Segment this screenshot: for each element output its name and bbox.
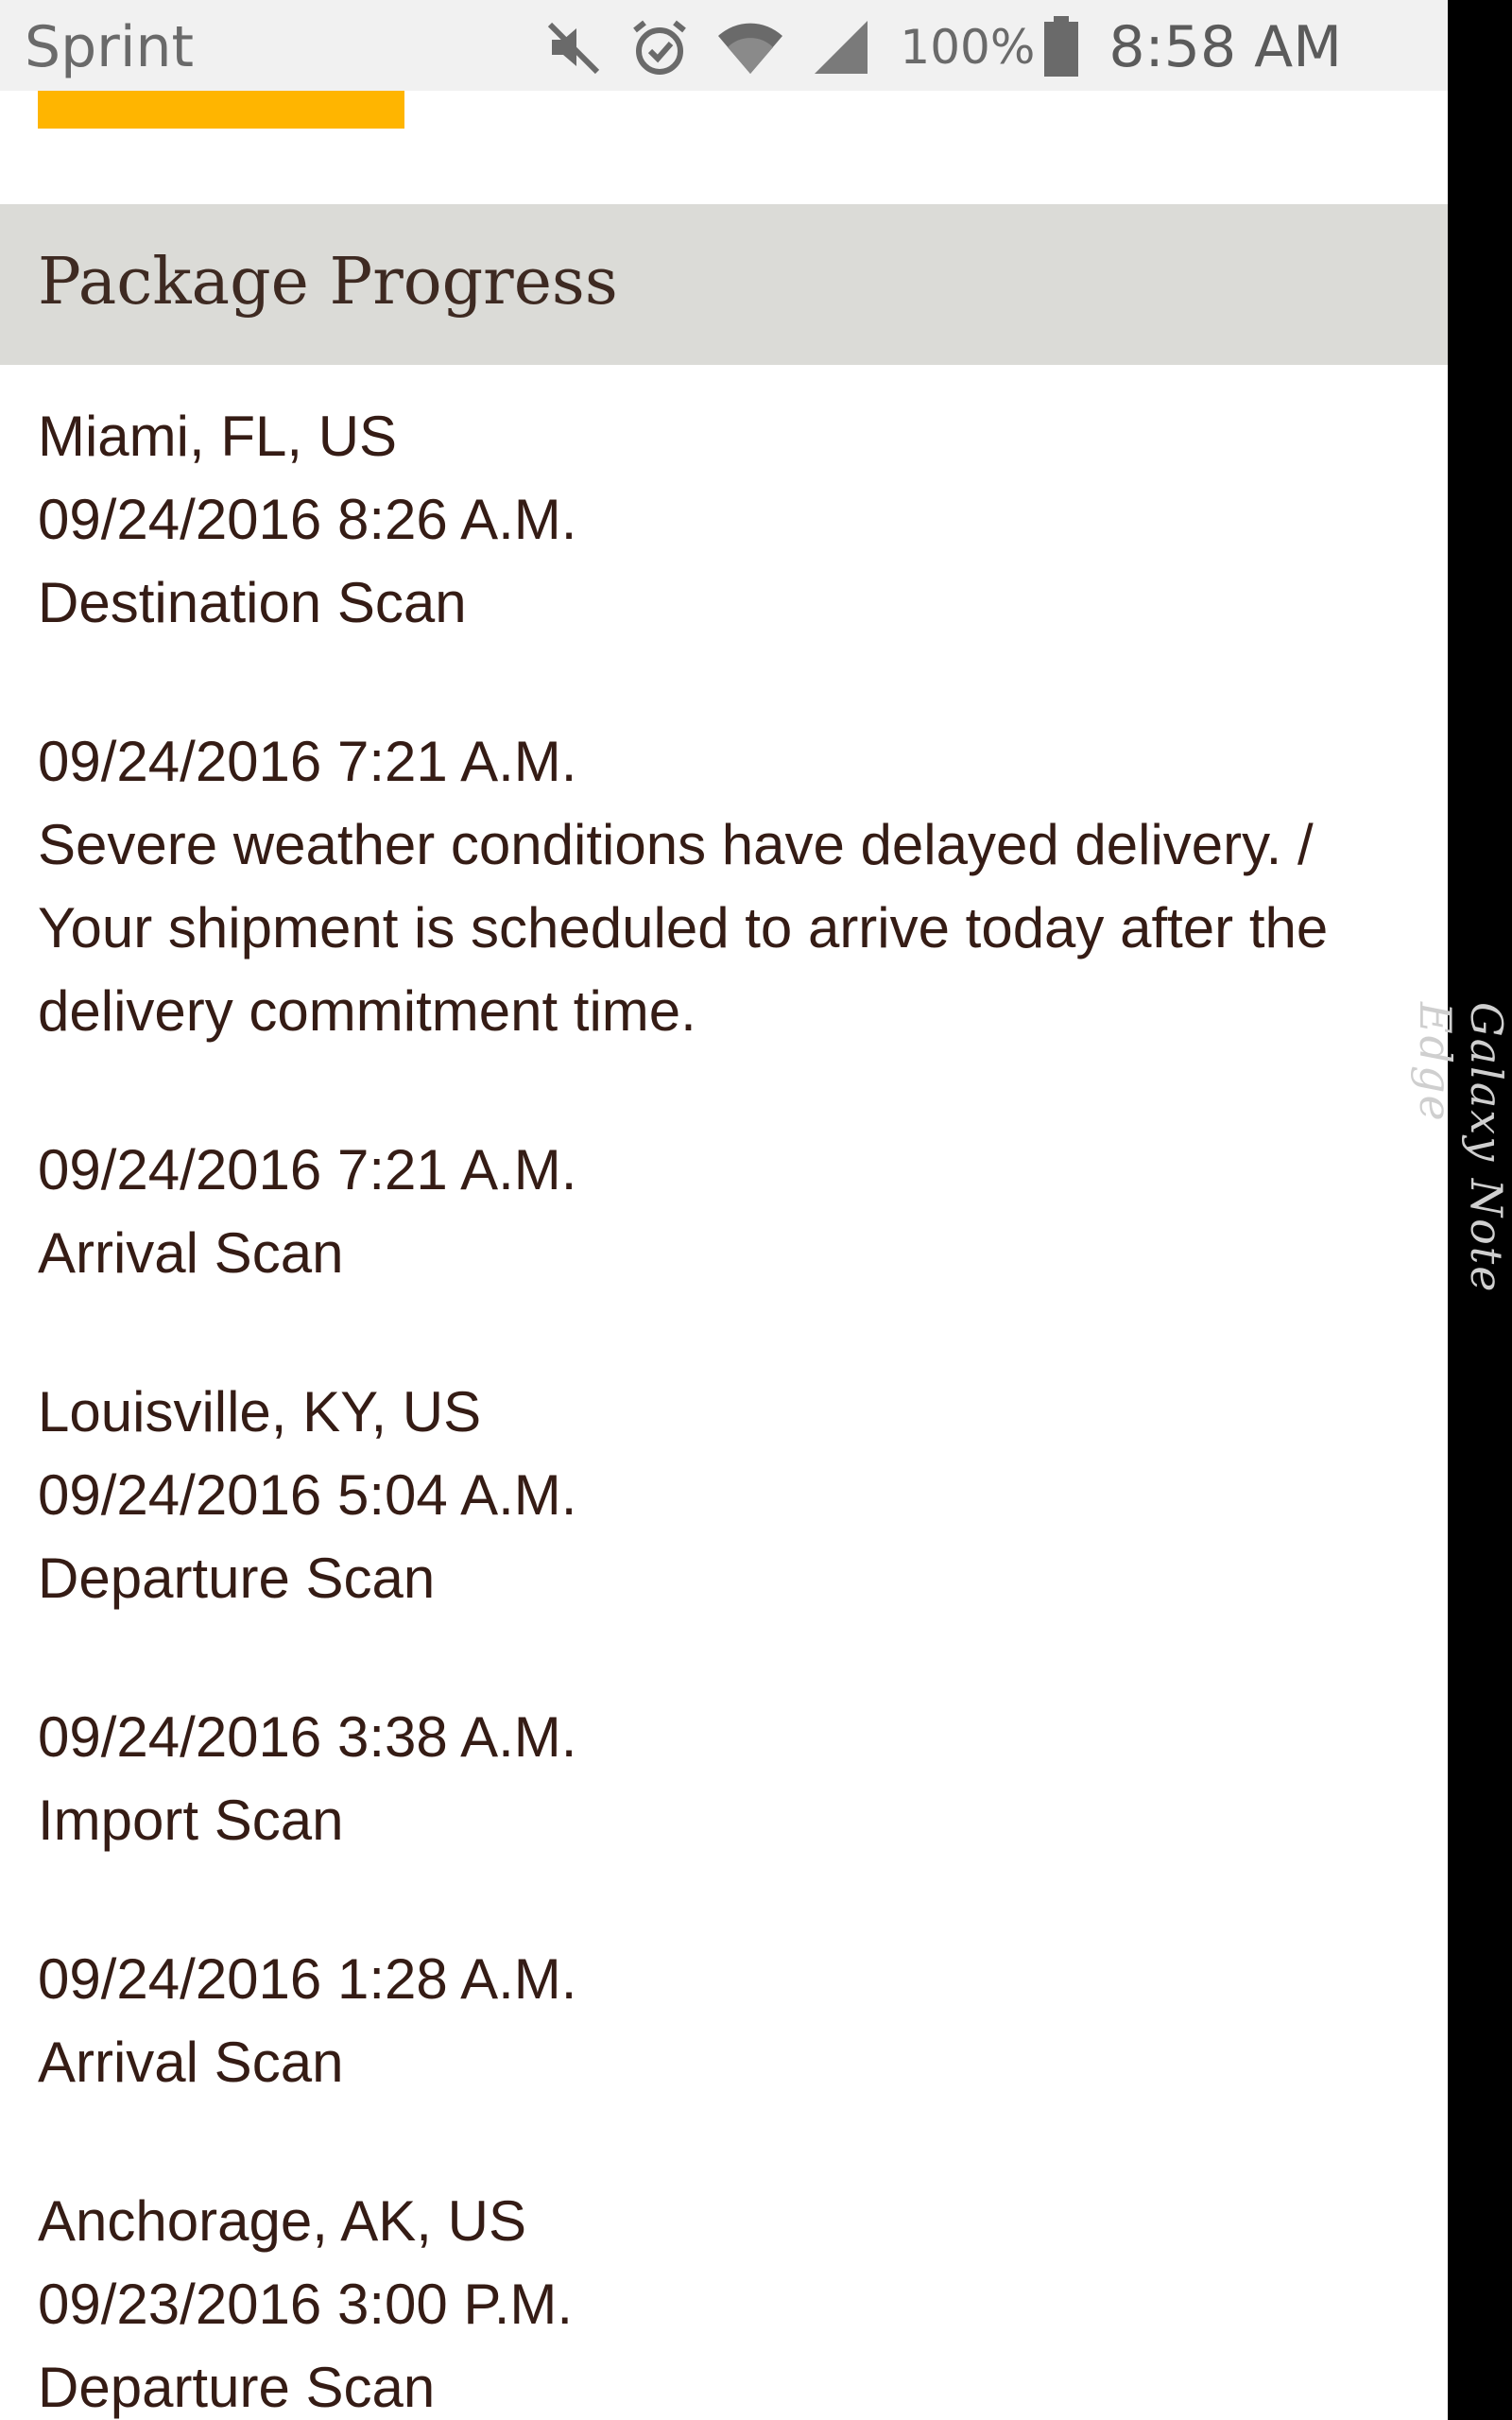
event-datetime: 09/24/2016 3:38 A.M. (38, 1705, 577, 1769)
app-screen: Sprint 100% 8:58 AM Package Progress Mia… (0, 0, 1448, 2420)
progress-entry: Anchorage, AK, US 09/23/2016 3:00 P.M. D… (38, 2180, 1399, 2420)
location-label: Anchorage, AK, US (38, 2189, 526, 2253)
progress-entry: 09/24/2016 3:38 A.M. Import Scan (38, 1696, 1399, 1862)
event-datetime: 09/24/2016 8:26 A.M. (38, 488, 577, 551)
event-activity: Departure Scan (38, 1547, 436, 1610)
status-icons: 100% 8:58 AM (516, 9, 1342, 85)
carrier-name: Sprint (25, 14, 195, 80)
accent-button-edge[interactable] (38, 91, 404, 129)
event-datetime: 09/23/2016 3:00 P.M. (38, 2273, 574, 2336)
event-datetime: 09/24/2016 5:04 A.M. (38, 1463, 577, 1527)
location-label: Miami, FL, US (38, 405, 398, 468)
clock: 8:58 AM (1108, 14, 1342, 80)
event-datetime: 09/24/2016 7:21 A.M. (38, 1138, 577, 1201)
progress-entry: 09/24/2016 7:21 A.M. Severe weather cond… (38, 720, 1399, 1053)
event-activity: Destination Scan (38, 571, 467, 634)
section-title: Package Progress (38, 245, 618, 320)
wifi-icon (716, 17, 784, 78)
event-activity: Arrival Scan (38, 1221, 344, 1285)
event-activity: Arrival Scan (38, 2031, 344, 2094)
mute-icon (542, 17, 603, 78)
progress-entry: Miami, FL, US 09/24/2016 8:26 A.M. Desti… (38, 395, 1399, 645)
edge-panel-label: Galaxy Note Edge (1410, 1002, 1512, 1294)
event-activity: Departure Scan (38, 2356, 436, 2419)
progress-entry: 09/24/2016 7:21 A.M. Arrival Scan (38, 1129, 1399, 1295)
event-activity: Severe weather conditions have delayed d… (38, 813, 1329, 1043)
event-datetime: 09/24/2016 1:28 A.M. (38, 1947, 577, 2011)
alarm-icon (629, 17, 690, 78)
status-bar: Sprint 100% 8:58 AM (0, 0, 1448, 91)
battery-icon (1042, 16, 1080, 78)
location-label: Louisville, KY, US (38, 1380, 482, 1443)
progress-entry: Louisville, KY, US 09/24/2016 5:04 A.M. … (38, 1371, 1399, 1620)
event-datetime: 09/24/2016 7:21 A.M. (38, 730, 577, 793)
signal-icon (811, 17, 871, 78)
section-header: Package Progress (0, 204, 1448, 365)
battery-percent: 100% (900, 20, 1036, 75)
package-progress-list: Miami, FL, US 09/24/2016 8:26 A.M. Desti… (38, 395, 1399, 2420)
event-activity: Import Scan (38, 1789, 344, 1852)
progress-entry: 09/24/2016 1:28 A.M. Arrival Scan (38, 1938, 1399, 2104)
